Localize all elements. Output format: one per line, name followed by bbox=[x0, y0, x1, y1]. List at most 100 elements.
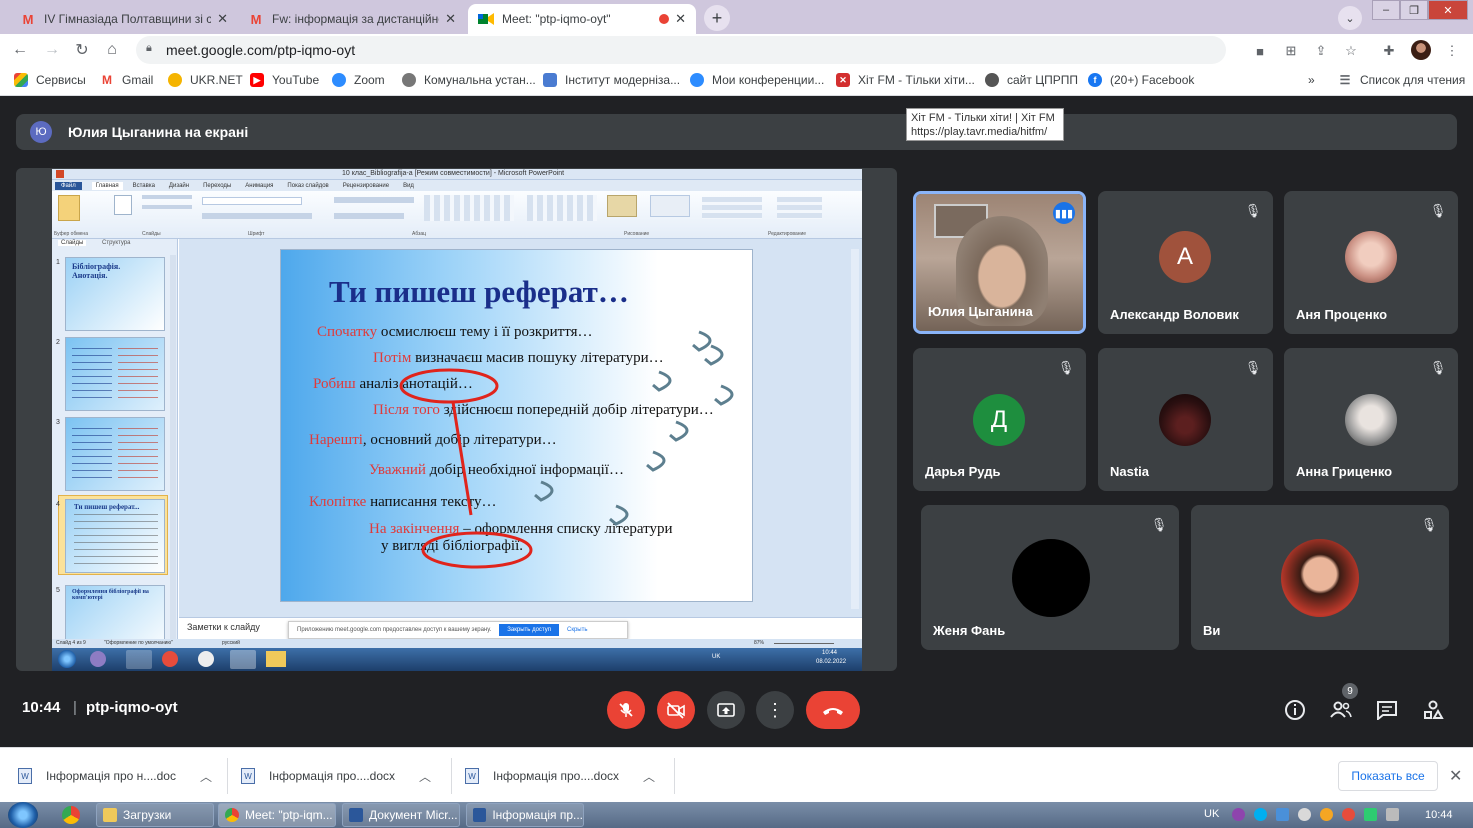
participant-tile-hrytsenko[interactable]: 🎙︎ Анна Гриценко bbox=[1284, 348, 1458, 491]
back-icon[interactable]: ← bbox=[10, 40, 30, 60]
app-tray-icon[interactable] bbox=[1320, 808, 1333, 821]
chrome-icon[interactable] bbox=[62, 806, 80, 824]
download-item[interactable]: W Інформація про н....doc ︿ bbox=[18, 766, 212, 786]
ppt-tab[interactable]: Переходы bbox=[203, 183, 231, 189]
camera-toggle-button[interactable] bbox=[657, 691, 695, 729]
participant-tile-protsenko[interactable]: 🎙︎ Аня Проценко bbox=[1284, 191, 1458, 334]
ppt-tab-file[interactable]: Файл bbox=[55, 181, 82, 190]
slide-thumbnail-selected[interactable]: Ти пишеш реферат... bbox=[65, 499, 165, 573]
bookmark-cprpp[interactable]: сайт ЦПРПП bbox=[985, 73, 1078, 87]
ppt-tab[interactable]: Вид bbox=[403, 183, 414, 189]
bookmark-komunalna[interactable]: Комунальна устан... bbox=[402, 73, 536, 87]
ppt-tab[interactable]: Рецензирование bbox=[343, 183, 389, 189]
participant-tile-fan[interactable]: 🎙︎ Женя Фань bbox=[921, 505, 1179, 650]
menu-icon[interactable]: ⋮ bbox=[1443, 42, 1461, 60]
hide-notice-button[interactable]: Скрыть bbox=[567, 627, 587, 633]
address-bar[interactable]: 🔒︎ meet.google.com/ptp-iqmo-oyt bbox=[136, 36, 1226, 64]
ppt-tab[interactable]: Главная bbox=[91, 181, 123, 190]
start-button[interactable] bbox=[8, 802, 38, 828]
translate-icon[interactable]: ⊞ bbox=[1282, 42, 1300, 60]
viber-icon[interactable] bbox=[1232, 808, 1245, 821]
slide-thumbnail[interactable]: Бібліографія. Анотація. bbox=[65, 257, 165, 331]
bookmark-youtube[interactable]: ▶ YouTube bbox=[250, 73, 319, 87]
slide-thumbnail[interactable] bbox=[65, 337, 165, 411]
chevron-up-icon[interactable]: ︿ bbox=[643, 768, 655, 785]
network-icon[interactable] bbox=[1276, 808, 1289, 821]
taskbar-item-info[interactable]: Інформація пр... bbox=[466, 803, 584, 827]
paste-icon[interactable] bbox=[58, 195, 80, 221]
ppt-tab[interactable]: Дизайн bbox=[169, 183, 189, 189]
panel-tab-slides[interactable]: Слайды bbox=[58, 240, 87, 246]
forward-icon[interactable]: → bbox=[42, 40, 62, 60]
bookmark-services[interactable]: Сервисы bbox=[14, 73, 86, 87]
new-tab-button[interactable]: + bbox=[704, 5, 730, 31]
close-icon[interactable]: ✕ bbox=[217, 11, 228, 27]
bookmark-zoom[interactable]: Zoom bbox=[332, 73, 385, 87]
camera-icon[interactable]: ■ bbox=[1251, 42, 1269, 60]
panel-tab-outline[interactable]: Структура bbox=[102, 240, 130, 246]
profile-avatar[interactable] bbox=[1411, 40, 1431, 60]
participant-tile-self[interactable]: 🎙︎ Ви bbox=[1191, 505, 1449, 650]
participant-tile-nastia[interactable]: 🎙︎ Nastia bbox=[1098, 348, 1273, 491]
download-item[interactable]: W Інформація про....docx ︿ bbox=[465, 766, 655, 786]
new-slide-icon[interactable] bbox=[114, 195, 132, 215]
share-icon[interactable]: ⇪ bbox=[1312, 42, 1330, 60]
arrange-icon[interactable] bbox=[607, 195, 637, 217]
ppt-tab[interactable]: Показ слайдов bbox=[287, 183, 328, 189]
flag-icon[interactable] bbox=[1386, 808, 1399, 821]
present-button[interactable] bbox=[707, 691, 745, 729]
zoom-slider[interactable] bbox=[774, 643, 834, 644]
bookmark-facebook[interactable]: f (20+) Facebook bbox=[1088, 73, 1194, 87]
slide-scrollbar[interactable] bbox=[851, 249, 859, 609]
bookmark-conferences[interactable]: Мои конференции... bbox=[690, 73, 824, 87]
maximize-icon[interactable]: ❐ bbox=[1400, 0, 1428, 20]
chevron-up-icon[interactable]: ︿ bbox=[200, 768, 212, 785]
system-clock[interactable]: 10:44 bbox=[1425, 809, 1453, 821]
ppt-tab[interactable]: Вставка bbox=[133, 183, 155, 189]
battery-icon[interactable] bbox=[1364, 808, 1377, 821]
ppt-tab[interactable]: Анимация bbox=[245, 183, 273, 189]
skype-icon[interactable] bbox=[1254, 808, 1267, 821]
tab-fw-info[interactable]: M Fw: інформація за дистанційне ✕ bbox=[238, 4, 466, 34]
bookmark-ukrnet[interactable]: UKR.NET bbox=[168, 73, 243, 87]
extensions-icon[interactable]: ✚ bbox=[1380, 42, 1398, 60]
close-icon[interactable]: ✕ bbox=[675, 11, 686, 27]
participant-tile-yulia[interactable]: ▮▮▮ Юлия Цыганина bbox=[913, 191, 1086, 334]
mic-toggle-button[interactable] bbox=[607, 691, 645, 729]
minimize-icon[interactable]: – bbox=[1372, 0, 1400, 20]
chat-icon[interactable] bbox=[1374, 697, 1400, 723]
star-icon[interactable]: ☆ bbox=[1342, 42, 1360, 60]
reload-icon[interactable]: ↻ bbox=[72, 40, 92, 60]
chevron-up-icon[interactable]: ︿ bbox=[419, 768, 431, 785]
thumbnail-scrollbar[interactable] bbox=[170, 255, 176, 639]
tab-meet[interactable]: Meet: "ptp-iqmo-oyt" ✕ bbox=[468, 4, 696, 34]
reading-list-button[interactable]: ☰ Список для чтения bbox=[1338, 73, 1466, 87]
volume-icon[interactable] bbox=[1298, 808, 1311, 821]
slide-thumbnail[interactable] bbox=[65, 417, 165, 491]
stop-sharing-button[interactable]: Закрыть доступ bbox=[499, 624, 559, 636]
people-icon[interactable] bbox=[1328, 697, 1354, 723]
participant-tile-rud[interactable]: 🎙︎ Д Дарья Рудь bbox=[913, 348, 1086, 491]
tab-gimnaziada[interactable]: M IV Гімназіада Полтавщини зі сп ✕ bbox=[10, 4, 238, 34]
bookmark-hitfm[interactable]: ✕ Хіт FM - Тільки хіти... bbox=[836, 73, 975, 87]
meeting-details-icon[interactable] bbox=[1282, 697, 1308, 723]
keyboard-language[interactable]: UK bbox=[1204, 808, 1219, 820]
bookmark-institut[interactable]: Інститут модерніза... bbox=[543, 73, 680, 87]
home-icon[interactable]: ⌂ bbox=[102, 40, 122, 60]
participant-tile-volovyk[interactable]: 🎙︎ A Александр Воловик bbox=[1098, 191, 1273, 334]
more-options-button[interactable]: ⋮ bbox=[756, 691, 794, 729]
leave-call-button[interactable] bbox=[806, 691, 860, 729]
tab-search-icon[interactable]: ⌄ bbox=[1338, 6, 1362, 30]
bookmarks-more-button[interactable]: » bbox=[1308, 73, 1315, 87]
taskbar-item-word[interactable]: Документ Micr... bbox=[342, 803, 460, 827]
download-item[interactable]: W Інформація про....docx ︿ bbox=[241, 766, 431, 786]
bookmark-gmail[interactable]: M Gmail bbox=[100, 73, 153, 87]
quick-styles-icon[interactable] bbox=[650, 195, 690, 217]
activities-icon[interactable] bbox=[1420, 697, 1446, 723]
close-icon[interactable]: ✕ bbox=[1449, 766, 1462, 786]
app-tray-icon[interactable] bbox=[1342, 808, 1355, 821]
taskbar-item-downloads[interactable]: Загрузки bbox=[96, 803, 214, 827]
close-icon[interactable]: ✕ bbox=[445, 11, 456, 27]
taskbar-item-meet[interactable]: Meet: "ptp-iqm... bbox=[218, 803, 336, 827]
show-all-downloads-button[interactable]: Показать все bbox=[1338, 761, 1438, 791]
